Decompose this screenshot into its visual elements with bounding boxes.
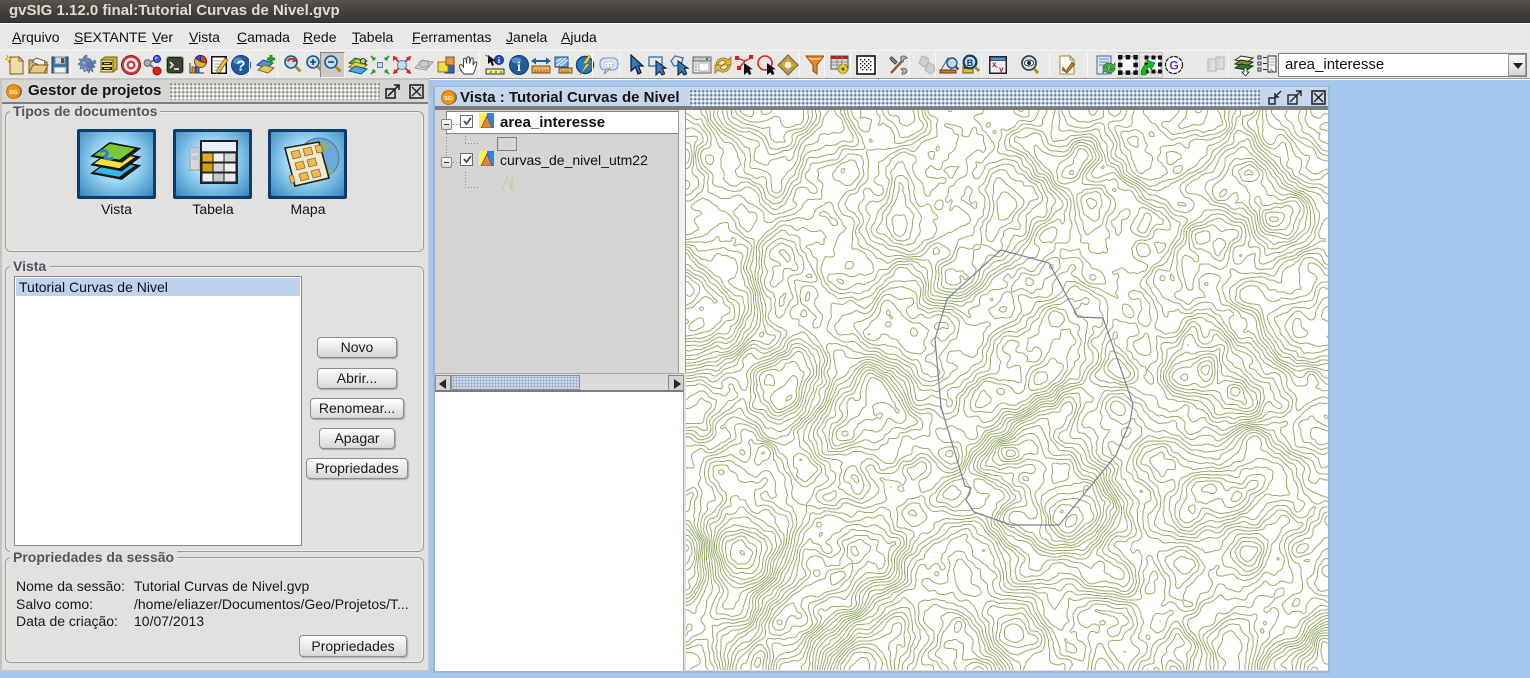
svg-text:SIG: SIG <box>9 90 18 96</box>
svg-text:y: y <box>999 65 1004 74</box>
svg-text:SIG: SIG <box>444 96 453 102</box>
svg-text:?: ? <box>236 58 245 75</box>
svg-text:B: B <box>967 58 974 68</box>
svg-text:G: G <box>1169 59 1178 73</box>
svg-text:i: i <box>517 60 521 75</box>
svg-text:x: x <box>992 60 997 69</box>
